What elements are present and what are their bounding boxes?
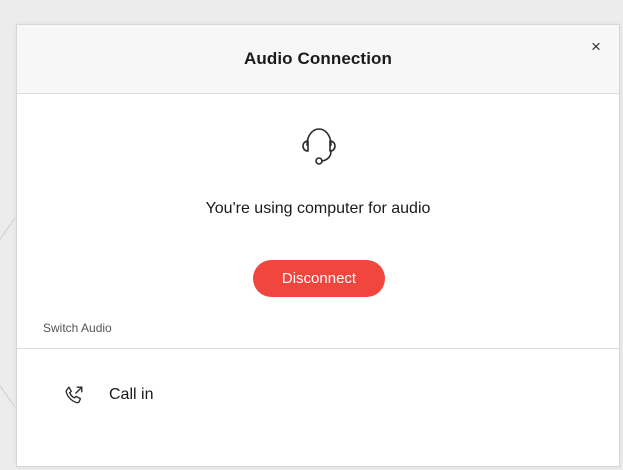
call-in-label: Call in xyxy=(109,386,154,403)
dialog-header: Audio Connection × xyxy=(17,25,619,94)
switch-audio-label: Switch Audio xyxy=(43,321,112,335)
section-divider xyxy=(17,348,619,349)
audio-connection-dialog: Audio Connection × You're using computer… xyxy=(16,24,620,467)
disconnect-button[interactable]: Disconnect xyxy=(253,260,385,297)
backdrop-decoration xyxy=(0,217,16,243)
close-button[interactable]: × xyxy=(587,38,605,56)
phone-call-in-icon xyxy=(65,386,83,404)
headset-icon xyxy=(302,128,336,165)
dialog-title: Audio Connection xyxy=(244,49,392,68)
audio-status-text: You're using computer for audio xyxy=(205,200,431,217)
backdrop-decoration xyxy=(0,382,16,408)
call-in-option[interactable]: Call in xyxy=(17,375,619,415)
